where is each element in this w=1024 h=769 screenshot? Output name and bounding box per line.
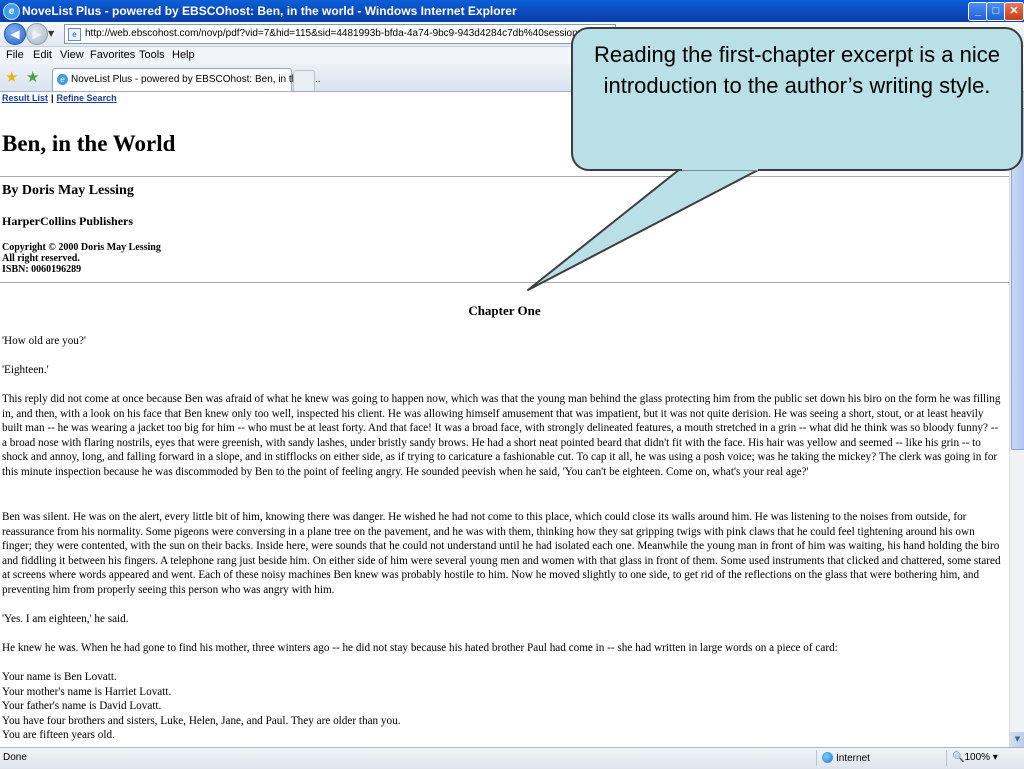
minimize-button[interactable]: _ xyxy=(968,2,988,21)
favorites-star-icon[interactable]: ★ xyxy=(5,68,18,86)
title-bar: e NoveList Plus - powered by EBSCOhost: … xyxy=(0,0,1024,22)
card-line: Your father's name is David Lovatt. xyxy=(2,700,162,713)
new-tab-button[interactable] xyxy=(293,70,315,91)
window-title: NoveList Plus - powered by EBSCOhost: Be… xyxy=(22,4,517,18)
address-bar[interactable]: e http://web.ebscohost.com/novp/pdf?vid=… xyxy=(64,24,616,44)
status-divider xyxy=(946,750,947,766)
menu-help[interactable]: Help xyxy=(172,49,195,61)
status-text: Done xyxy=(3,752,27,763)
forward-button[interactable]: ▶ xyxy=(26,23,48,45)
scroll-down-arrow-icon[interactable]: ▼ xyxy=(1010,732,1024,747)
isbn-line: ISBN: 0060196289 xyxy=(2,264,82,275)
result-list-link[interactable]: Result List xyxy=(2,93,48,103)
recent-pages-dropdown-icon[interactable]: ▼ xyxy=(48,29,54,38)
paragraph: This reply did not come at once because … xyxy=(2,393,1001,478)
security-zone[interactable]: Internet xyxy=(822,752,870,764)
divider xyxy=(0,282,1009,283)
card-line: You have four brothers and sisters, Luke… xyxy=(2,714,401,727)
book-title: Ben, in the World xyxy=(2,131,176,156)
publisher: HarperCollins Publishers xyxy=(2,214,134,228)
globe-icon xyxy=(822,752,833,763)
card-line: Your name is Ben Lovatt. xyxy=(2,671,117,683)
callout-text: Reading the first-chapter excerpt is a n… xyxy=(594,42,1000,98)
tab-label: NoveList Plus - powered by EBSCOhost: Be… xyxy=(71,74,321,85)
back-button[interactable]: ◀ xyxy=(4,23,26,45)
add-favorites-icon[interactable]: ★ xyxy=(26,68,39,86)
card-line: Your mother's name is Harriet Lovatt. xyxy=(2,685,172,698)
menu-file[interactable]: File xyxy=(6,49,24,61)
card-text: Your name is Ben Lovatt. Your mother's n… xyxy=(2,670,1004,743)
maximize-button[interactable]: □ xyxy=(986,2,1006,21)
menu-favorites[interactable]: Favorites xyxy=(90,49,135,61)
top-links: Result List | Refine Search xyxy=(2,93,117,103)
internet-explorer-icon: e xyxy=(3,3,20,20)
card-line: You are fifteen years old. xyxy=(2,729,115,742)
paragraph: 'Eighteen.' xyxy=(2,364,49,376)
divider xyxy=(0,176,1009,177)
chapter-heading: Chapter One xyxy=(468,303,541,318)
menu-view[interactable]: View xyxy=(60,49,84,61)
vertical-scrollbar[interactable]: ▲ ▼ xyxy=(1009,92,1024,747)
author: By Doris May Lessing xyxy=(2,183,134,198)
callout-bubble: Reading the first-chapter excerpt is a n… xyxy=(571,27,1023,171)
rights-line: All right reserved. xyxy=(2,253,80,264)
status-bar: Done Internet 🔍100% ▾ xyxy=(0,747,1024,769)
paragraph: 'How old are you?' xyxy=(2,335,86,347)
tab-ie-icon: e xyxy=(57,74,68,85)
zoom-level: 100% xyxy=(964,752,991,763)
paragraph: He knew he was. When he had gone to find… xyxy=(2,642,838,654)
paragraph: 'Yes. I am eighteen,' he said. xyxy=(2,613,129,625)
menu-tools[interactable]: Tools xyxy=(139,49,165,61)
menu-edit[interactable]: Edit xyxy=(33,49,52,61)
address-url[interactable]: http://web.ebscohost.com/novp/pdf?vid=7&… xyxy=(85,25,612,43)
copyright-block: Copyright © 2000 Doris May Lessing All r… xyxy=(2,242,161,275)
link-separator: | xyxy=(51,93,54,103)
refine-search-link[interactable]: Refine Search xyxy=(57,93,117,103)
copyright-line: Copyright © 2000 Doris May Lessing xyxy=(2,242,161,253)
paragraph: Ben was silent. He was on the alert, eve… xyxy=(2,511,1001,596)
zoom-control[interactable]: 🔍100% ▾ xyxy=(952,752,998,763)
close-button[interactable]: ✕ xyxy=(1004,2,1024,21)
page-icon: e xyxy=(68,28,81,41)
page-content: Result List | Refine Search Ben, in the Wo… xyxy=(0,92,1009,747)
tab-novelist[interactable]: e NoveList Plus - powered by EBSCOhost: … xyxy=(52,68,321,91)
zone-label: Internet xyxy=(836,753,870,764)
status-divider xyxy=(816,750,817,766)
